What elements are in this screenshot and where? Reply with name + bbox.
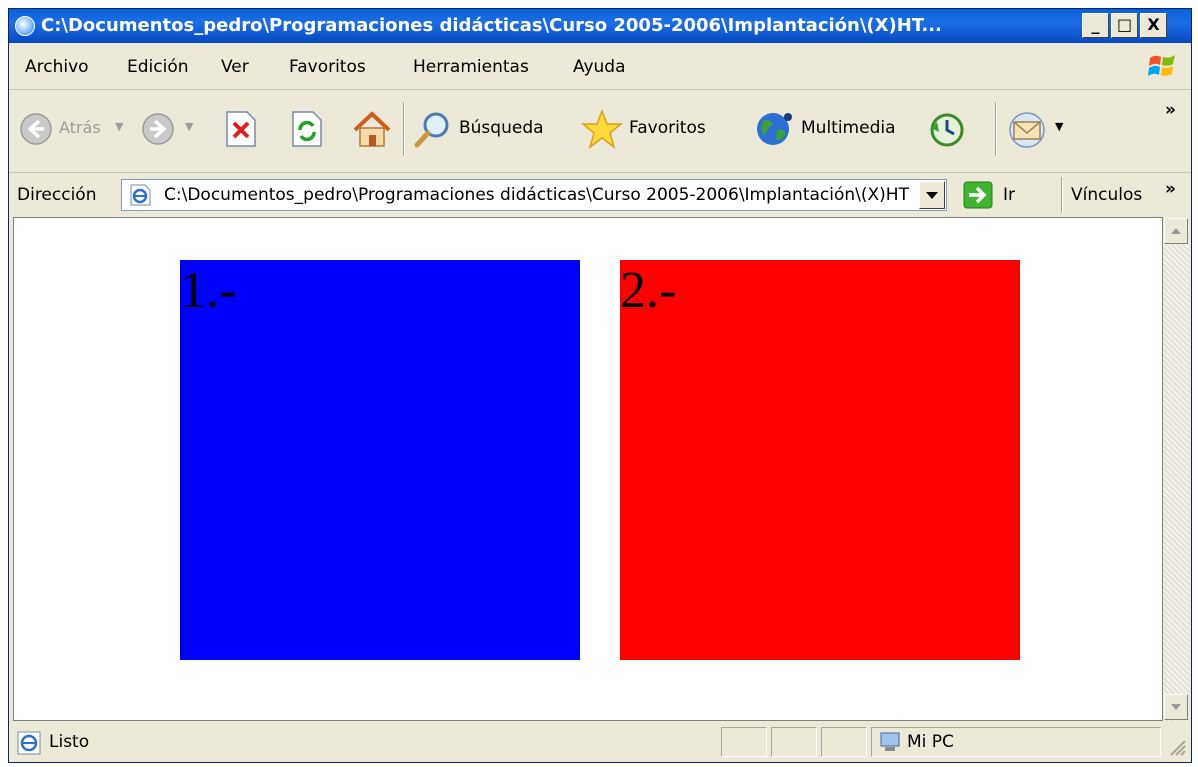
- status-bar: Listo Mi PC: [9, 723, 1191, 762]
- scroll-down-button[interactable]: [1164, 694, 1188, 720]
- browser-window: C:\Documentos_pedro\Programaciones didác…: [8, 8, 1192, 763]
- menu-herramientas[interactable]: Herramientas: [413, 57, 529, 77]
- menu-favoritos[interactable]: Favoritos: [289, 57, 366, 77]
- links-overflow-chevron[interactable]: »: [1165, 179, 1176, 199]
- address-input[interactable]: C:\Documentos_pedro\Programaciones didác…: [121, 179, 947, 211]
- ie-page-icon: [130, 184, 151, 206]
- go-arrow-icon[interactable]: [963, 181, 993, 209]
- blue-box: 1.-: [180, 260, 580, 660]
- menu-ver[interactable]: Ver: [221, 57, 249, 77]
- back-dropdown-icon[interactable]: ▼: [115, 120, 123, 133]
- status-text: Listo: [49, 732, 90, 752]
- menu-ayuda[interactable]: Ayuda: [573, 57, 626, 77]
- toolbar-separator: [403, 102, 405, 156]
- box-2-label: 2.-: [620, 262, 677, 319]
- forward-dropdown-icon[interactable]: ▼: [185, 120, 193, 133]
- go-button-label[interactable]: Ir: [1003, 185, 1015, 205]
- favorites-star-icon[interactable]: [581, 108, 623, 150]
- stop-icon[interactable]: [223, 110, 257, 148]
- title-bar[interactable]: C:\Documentos_pedro\Programaciones didác…: [9, 9, 1191, 43]
- windows-logo-icon: [1145, 49, 1179, 83]
- status-panel: [821, 727, 867, 757]
- back-button-label[interactable]: Atrás: [59, 118, 101, 137]
- address-bar: Dirección C:\Documentos_pedro\Programaci…: [9, 173, 1191, 217]
- scroll-up-arrow-icon: [1171, 228, 1181, 234]
- forward-arrow-icon[interactable]: [141, 112, 175, 146]
- favorites-button-label[interactable]: Favoritos: [629, 118, 706, 138]
- my-computer-icon: [880, 732, 900, 751]
- toolbar-separator: [995, 102, 997, 156]
- red-box: 2.-: [620, 260, 1020, 660]
- window-title: C:\Documentos_pedro\Programaciones didác…: [41, 15, 942, 36]
- status-panel: [771, 727, 817, 757]
- back-arrow-icon[interactable]: [19, 112, 53, 146]
- resize-grip-icon[interactable]: [1165, 735, 1187, 757]
- page-content: 1.- 2.-: [13, 217, 1163, 721]
- minimize-button[interactable]: _: [1082, 13, 1109, 38]
- multimedia-button-label[interactable]: Multimedia: [801, 118, 896, 138]
- multimedia-globe-icon[interactable]: [753, 108, 795, 150]
- zone-label: Mi PC: [907, 732, 954, 752]
- close-button[interactable]: X: [1140, 13, 1167, 38]
- box-1-label: 1.-: [180, 262, 237, 319]
- menu-bar: Archivo Edición Ver Favoritos Herramient…: [9, 43, 1191, 90]
- links-label[interactable]: Vínculos: [1071, 185, 1142, 205]
- chevron-down-icon: [926, 192, 938, 199]
- scroll-up-button[interactable]: [1164, 218, 1188, 244]
- scroll-down-arrow-icon: [1171, 704, 1181, 710]
- mail-dropdown-icon[interactable]: ▼: [1055, 120, 1063, 133]
- ie-document-icon: [15, 16, 35, 36]
- search-button-label[interactable]: Búsqueda: [459, 118, 544, 138]
- home-icon[interactable]: [351, 108, 393, 150]
- menu-edicion[interactable]: Edición: [127, 57, 189, 77]
- history-clock-icon[interactable]: [927, 110, 967, 150]
- standard-toolbar: Atrás ▼ ▼ Búsqueda Favoritos Multimedia …: [9, 90, 1191, 173]
- status-panel: [721, 727, 767, 757]
- address-dropdown-button[interactable]: [919, 181, 945, 209]
- address-label: Dirección: [17, 185, 97, 205]
- menu-archivo[interactable]: Archivo: [25, 57, 89, 77]
- refresh-icon[interactable]: [289, 110, 323, 148]
- toolbar-overflow-chevron[interactable]: »: [1165, 100, 1176, 120]
- maximize-button[interactable]: □: [1111, 13, 1138, 38]
- search-icon[interactable]: [413, 110, 453, 150]
- address-url: C:\Documentos_pedro\Programaciones didác…: [164, 185, 909, 205]
- address-separator: [1061, 177, 1063, 213]
- mail-envelope-icon[interactable]: [1005, 110, 1049, 150]
- ie-status-icon: [17, 731, 41, 755]
- vertical-scrollbar[interactable]: [1163, 217, 1189, 721]
